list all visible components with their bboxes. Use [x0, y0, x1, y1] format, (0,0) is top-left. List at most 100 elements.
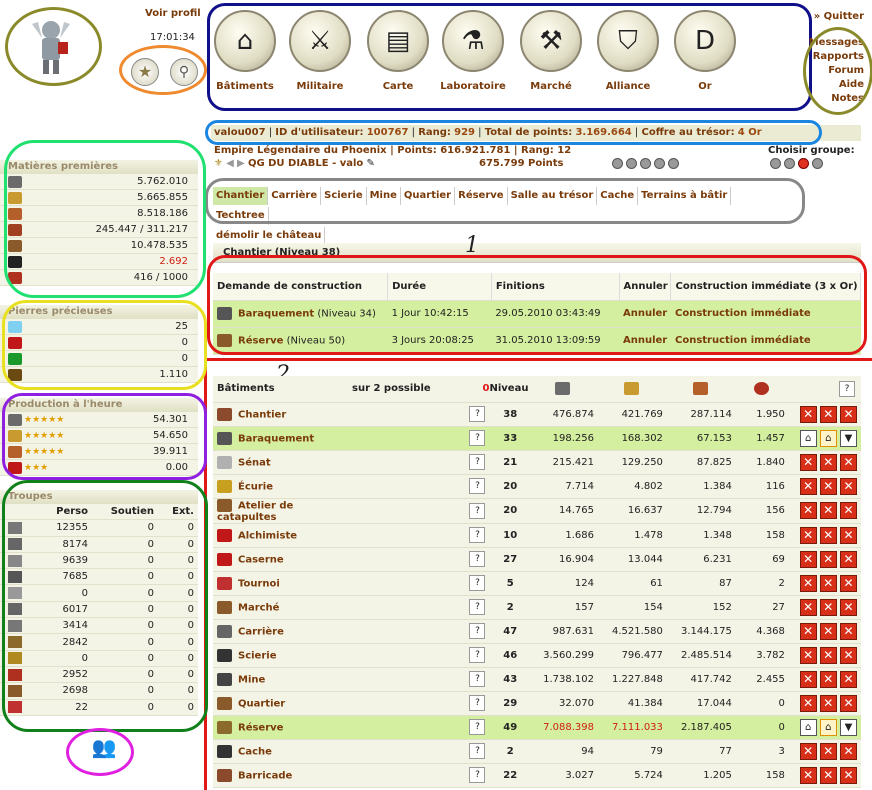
- troop-icon[interactable]: [8, 570, 22, 583]
- troop-icon[interactable]: [8, 587, 22, 600]
- building-link[interactable]: Mine: [238, 674, 265, 685]
- cancel-link[interactable]: Annuler: [623, 335, 667, 346]
- building-help-button[interactable]: ?: [469, 527, 486, 543]
- nav-house[interactable]: ⌂ Bâtiments: [210, 10, 280, 92]
- troop-icon[interactable]: [8, 538, 22, 551]
- building-link[interactable]: Chantier: [238, 409, 286, 420]
- queue-building-link[interactable]: Baraquement: [238, 309, 314, 320]
- avatar[interactable]: [28, 14, 74, 78]
- building-help-button[interactable]: ?: [469, 599, 486, 615]
- tab-2[interactable]: Scierie: [321, 187, 367, 205]
- gavel-icon[interactable]: ⚒: [520, 10, 582, 72]
- upgrade-gold-button[interactable]: ⌂: [819, 718, 837, 736]
- building-help-button[interactable]: ?: [469, 695, 486, 711]
- messages-link[interactable]: Messages: [809, 36, 864, 50]
- prev-city-arrow-icon[interactable]: ◀: [226, 158, 234, 169]
- troop-icon[interactable]: [8, 619, 22, 632]
- gold-coin-icon[interactable]: D: [674, 10, 736, 72]
- group-dot-3[interactable]: [640, 158, 651, 169]
- group-dot-9[interactable]: [812, 158, 823, 169]
- nav-map[interactable]: ▤ Carte: [363, 10, 433, 92]
- troop-icon[interactable]: [8, 636, 22, 649]
- building-link[interactable]: Barricade: [238, 770, 292, 781]
- troop-icon[interactable]: [8, 603, 22, 616]
- building-help-button[interactable]: ?: [469, 719, 486, 735]
- building-help-button[interactable]: ?: [469, 647, 486, 663]
- aide-link[interactable]: Aide: [809, 78, 864, 92]
- group-dot-6[interactable]: [770, 158, 781, 169]
- tab-5[interactable]: Réserve: [455, 187, 508, 205]
- troop-icon[interactable]: [8, 554, 22, 567]
- building-help-button[interactable]: ?: [469, 623, 486, 639]
- nav-flask[interactable]: ⚗ Laboratoire: [438, 10, 508, 92]
- voir-profil-link[interactable]: Voir profil: [145, 8, 201, 19]
- instant-build-link[interactable]: Construction immédiate: [675, 308, 811, 319]
- tab-4[interactable]: Quartier: [401, 187, 456, 205]
- group-dot-4[interactable]: [654, 158, 665, 169]
- building-help-button[interactable]: ?: [469, 454, 486, 470]
- troop-icon[interactable]: [8, 652, 22, 665]
- forum-link[interactable]: Forum: [809, 64, 864, 78]
- crossed-swords-icon[interactable]: ⚔: [289, 10, 351, 72]
- shield-icon[interactable]: ⛉: [597, 10, 659, 72]
- city-name[interactable]: QG DU DIABLE - valo: [248, 158, 363, 169]
- building-link[interactable]: Sénat: [238, 457, 271, 468]
- map-icon[interactable]: ▤: [367, 10, 429, 72]
- building-link[interactable]: Caserne: [238, 554, 284, 565]
- group-dot-1[interactable]: [612, 158, 623, 169]
- group-dot-2[interactable]: [626, 158, 637, 169]
- building-link[interactable]: Écurie: [238, 481, 273, 492]
- quitter-link[interactable]: » Quitter: [809, 10, 864, 24]
- upgrade-down-button[interactable]: ▼: [840, 429, 857, 447]
- username[interactable]: valou007: [214, 127, 266, 138]
- tab-6[interactable]: Salle au trésor: [508, 187, 598, 205]
- tab-0[interactable]: Chantier: [213, 187, 269, 205]
- group-dot-8-active[interactable]: [798, 158, 809, 169]
- upgrade-down-button[interactable]: ▼: [840, 718, 857, 736]
- tab-8[interactable]: Terrains à bâtir: [638, 187, 732, 205]
- notes-link[interactable]: Notes: [809, 92, 864, 106]
- building-help-button[interactable]: ?: [469, 575, 486, 591]
- building-link[interactable]: Quartier: [238, 698, 285, 709]
- instant-build-link[interactable]: Construction immédiate: [675, 335, 811, 346]
- queue-building-link[interactable]: Réserve: [238, 336, 283, 347]
- troop-icon[interactable]: [8, 684, 22, 697]
- building-link[interactable]: Baraquement: [238, 433, 314, 444]
- building-link[interactable]: Tournoi: [238, 578, 280, 589]
- nav-crossed-swords[interactable]: ⚔ Militaire: [285, 10, 355, 92]
- rapports-link[interactable]: Rapports: [809, 50, 864, 64]
- help-button[interactable]: ?: [839, 380, 855, 397]
- building-help-button[interactable]: ?: [469, 743, 486, 759]
- building-link[interactable]: Réserve: [238, 722, 283, 733]
- flask-icon[interactable]: ⚗: [442, 10, 504, 72]
- demolish-up-button[interactable]: ⌂: [799, 718, 817, 736]
- tab-7[interactable]: Cache: [597, 187, 639, 205]
- favorites-star-icon[interactable]: ★: [131, 58, 159, 86]
- upgrade-gold-button[interactable]: ⌂: [819, 429, 837, 447]
- building-help-button[interactable]: ?: [469, 551, 486, 567]
- building-link[interactable]: Carrière: [238, 626, 284, 637]
- troop-icon[interactable]: [8, 668, 22, 681]
- edit-pencil-icon[interactable]: ✎: [366, 158, 374, 169]
- group-dot-5[interactable]: [668, 158, 679, 169]
- nav-gavel[interactable]: ⚒ Marché: [516, 10, 586, 92]
- friends-icon[interactable]: 👥: [86, 735, 122, 765]
- search-magnifier-icon[interactable]: ⚲: [170, 58, 198, 86]
- troop-icon[interactable]: [8, 701, 22, 714]
- empire-line[interactable]: Empire Légendaire du Phoenix | Points: 6…: [214, 145, 571, 156]
- building-link[interactable]: Scierie: [238, 650, 276, 661]
- demolish-up-button[interactable]: ⌂: [799, 429, 817, 447]
- tab-1[interactable]: Carrière: [268, 187, 322, 205]
- tab-9[interactable]: Techtree: [213, 207, 269, 225]
- building-link[interactable]: Cache: [238, 746, 272, 757]
- building-help-button[interactable]: ?: [469, 502, 486, 519]
- cancel-link[interactable]: Annuler: [623, 308, 667, 319]
- tab-3[interactable]: Mine: [367, 187, 401, 205]
- building-help-button[interactable]: ?: [469, 406, 486, 422]
- building-help-button[interactable]: ?: [469, 671, 486, 687]
- building-help-button[interactable]: ?: [469, 767, 486, 783]
- building-help-button[interactable]: ?: [469, 478, 486, 494]
- group-dot-7[interactable]: [784, 158, 795, 169]
- nav-gold-coin[interactable]: D Or: [670, 10, 740, 92]
- troop-icon[interactable]: [8, 521, 22, 534]
